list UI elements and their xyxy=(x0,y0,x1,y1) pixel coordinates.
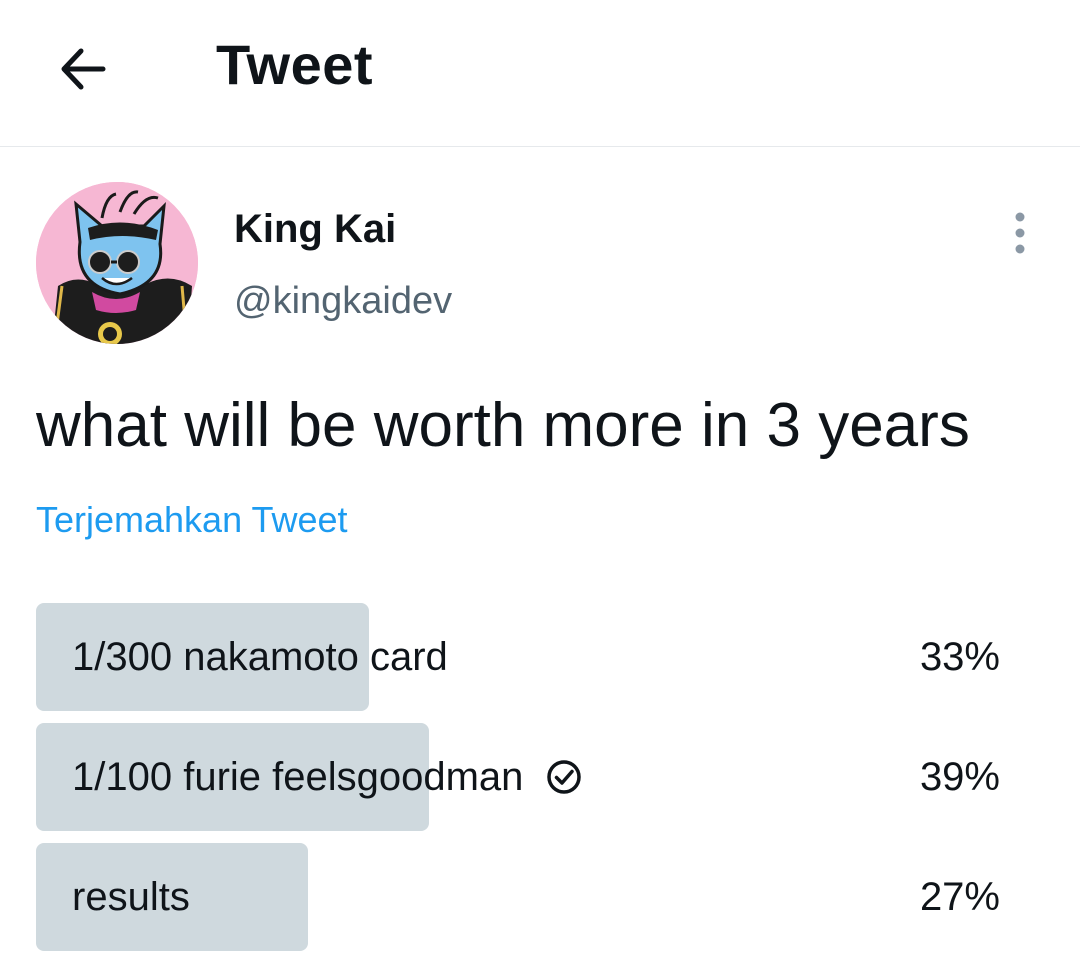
translate-tweet-link[interactable]: Terjemahkan Tweet xyxy=(36,497,348,543)
more-options-button[interactable] xyxy=(1000,206,1040,260)
page-title: Tweet xyxy=(216,33,374,96)
arrow-left-icon xyxy=(61,48,106,90)
poll-option[interactable]: 1/300 nakamoto card 33% xyxy=(36,603,1044,711)
top-bar: Tweet xyxy=(0,0,1080,147)
more-vertical-icon xyxy=(1015,212,1025,254)
poll-option-label: 1/300 nakamoto card xyxy=(72,634,448,679)
poll-option-label: results xyxy=(72,874,190,919)
back-button[interactable] xyxy=(50,36,116,102)
author-name[interactable]: King Kai xyxy=(234,204,396,254)
tweet-text: what will be worth more in 3 years xyxy=(36,391,970,460)
cartoon-cat-avatar xyxy=(36,182,198,344)
check-circle-icon xyxy=(545,758,583,796)
author-handle[interactable]: @kingkaidev xyxy=(234,276,452,326)
poll-option-percent: 39% xyxy=(919,754,1000,799)
poll-option[interactable]: 1/100 furie feelsgoodman 39% xyxy=(36,723,1044,831)
poll-option[interactable]: results 27% xyxy=(36,843,1044,951)
avatar[interactable] xyxy=(36,182,198,344)
poll-option-percent: 27% xyxy=(919,874,1000,919)
poll-option-label: 1/100 furie feelsgoodman xyxy=(72,754,524,799)
poll-option-percent: 33% xyxy=(919,634,1000,679)
